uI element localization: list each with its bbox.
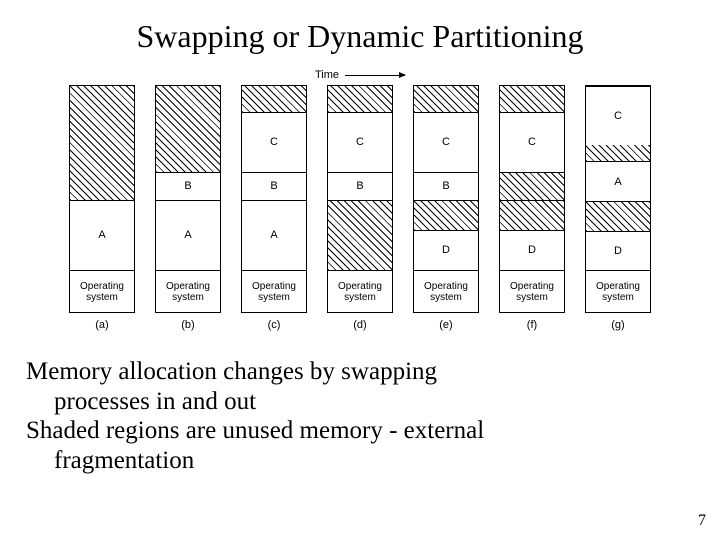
- process-segment: C: [414, 112, 478, 172]
- free-segment: [414, 86, 478, 112]
- memory-bar: OperatingsystemD C: [499, 85, 565, 313]
- memory-column-e: OperatingsystemD BC (e): [413, 85, 479, 331]
- process-segment: B: [414, 172, 478, 200]
- arrow-right-icon: [345, 75, 405, 76]
- process-segment: C: [328, 112, 392, 172]
- free-segment: [586, 201, 650, 231]
- memory-diagram: OperatingsystemA(a)OperatingsystemAB(b)O…: [20, 85, 700, 331]
- column-caption: (c): [268, 319, 281, 331]
- column-caption: (a): [95, 319, 108, 331]
- os-segment: Operatingsystem: [586, 270, 650, 312]
- free-segment: [586, 145, 650, 161]
- os-segment: Operatingsystem: [242, 270, 306, 312]
- memory-bar: Operatingsystem BC: [327, 85, 393, 313]
- memory-column-f: OperatingsystemD C (f): [499, 85, 565, 331]
- column-caption: (b): [181, 319, 194, 331]
- slide-title: Swapping or Dynamic Partitioning: [20, 18, 700, 55]
- free-segment: [70, 86, 134, 200]
- process-segment: A: [156, 200, 220, 270]
- process-segment: C: [500, 112, 564, 172]
- body-line-4: fragmentation: [26, 446, 680, 476]
- column-caption: (g): [611, 319, 624, 331]
- process-segment: A: [70, 200, 134, 270]
- column-caption: (f): [527, 319, 537, 331]
- process-segment: D: [500, 230, 564, 270]
- process-segment: B: [328, 172, 392, 200]
- os-segment: Operatingsystem: [328, 270, 392, 312]
- free-segment: [500, 172, 564, 200]
- column-caption: (e): [439, 319, 452, 331]
- memory-bar: OperatingsystemAB: [155, 85, 221, 313]
- process-segment: A: [242, 200, 306, 270]
- process-segment: C: [586, 86, 650, 145]
- process-segment: A: [586, 161, 650, 201]
- os-segment: Operatingsystem: [70, 270, 134, 312]
- free-segment: [414, 200, 478, 230]
- memory-column-d: Operatingsystem BC (d): [327, 85, 393, 331]
- body-line-2: processes in and out: [26, 387, 680, 417]
- process-segment: B: [156, 172, 220, 200]
- memory-column-a: OperatingsystemA (a): [69, 85, 135, 331]
- memory-bar: OperatingsystemABC: [241, 85, 307, 313]
- os-segment: Operatingsystem: [414, 270, 478, 312]
- process-segment: B: [242, 172, 306, 200]
- memory-column-g: OperatingsystemDAC (g): [585, 85, 651, 331]
- memory-bar: OperatingsystemD BC: [413, 85, 479, 313]
- memory-column-b: OperatingsystemAB (b): [155, 85, 221, 331]
- memory-column-c: OperatingsystemABC (c): [241, 85, 307, 331]
- time-label: Time: [315, 69, 339, 81]
- free-segment: [500, 86, 564, 112]
- free-segment: [328, 86, 392, 112]
- os-segment: Operatingsystem: [500, 270, 564, 312]
- body-line-1: Memory allocation changes by swapping: [26, 358, 437, 385]
- process-segment: D: [414, 230, 478, 270]
- page-number: 7: [698, 512, 706, 530]
- free-segment: [328, 200, 392, 270]
- process-segment: D: [586, 231, 650, 271]
- time-axis: Time: [20, 69, 700, 81]
- free-segment: [156, 86, 220, 172]
- os-segment: Operatingsystem: [156, 270, 220, 312]
- free-segment: [242, 86, 306, 112]
- free-segment: [500, 200, 564, 230]
- column-caption: (d): [353, 319, 366, 331]
- caption-text: Memory allocation changes by swapping pr…: [26, 357, 680, 475]
- process-segment: C: [242, 112, 306, 172]
- memory-bar: OperatingsystemDAC: [585, 85, 651, 313]
- body-line-3: Shaded regions are unused memory - exter…: [26, 417, 484, 444]
- memory-bar: OperatingsystemA: [69, 85, 135, 313]
